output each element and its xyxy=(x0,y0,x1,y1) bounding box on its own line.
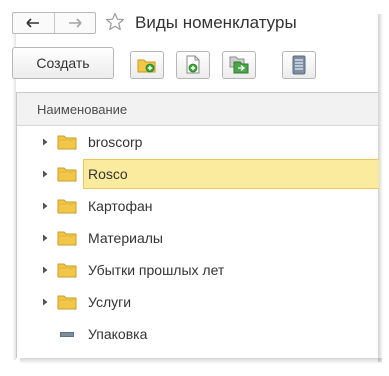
list-item-selected[interactable]: Rosco xyxy=(17,158,379,190)
create-group-icon xyxy=(137,59,156,73)
folder-icon xyxy=(57,167,77,182)
create-button[interactable]: Создать xyxy=(12,47,114,79)
favorite-star-button[interactable] xyxy=(104,11,126,33)
list-item-label: Услуги xyxy=(88,294,132,310)
forward-button[interactable] xyxy=(53,13,96,33)
folder-icon xyxy=(57,263,77,278)
expand-arrow-icon[interactable] xyxy=(41,202,49,210)
list-item-label: Материалы xyxy=(88,230,163,246)
list-item[interactable]: Упаковка xyxy=(17,318,378,350)
expand-arrow-icon[interactable] xyxy=(41,138,49,146)
copy-item-icon xyxy=(186,55,200,74)
arrow-right-icon xyxy=(68,18,82,28)
folder-icon xyxy=(57,295,77,310)
list-item-label: Картофан xyxy=(88,198,153,214)
folder-icon xyxy=(57,231,77,246)
window-shadow-bottom xyxy=(20,358,382,364)
create-group-button[interactable] xyxy=(130,51,164,79)
list-item[interactable]: Картофан xyxy=(17,190,378,222)
list-item-label: Rosco xyxy=(88,166,128,182)
copy-item-button[interactable] xyxy=(176,51,210,79)
nomenclature-kinds-list: Наименование broscorp Rosco Картофан Мат… xyxy=(16,92,379,358)
folder-icon xyxy=(57,199,77,214)
item-element-icon xyxy=(60,332,74,337)
navigation-buttons xyxy=(12,12,96,34)
arrow-left-icon xyxy=(26,18,40,28)
expand-arrow-icon[interactable] xyxy=(41,266,49,274)
list-item[interactable]: Убытки прошлых лет xyxy=(17,254,378,286)
list-item[interactable]: Материалы xyxy=(17,222,378,254)
hierarchy-list-icon xyxy=(292,55,306,75)
list-item-label: Убытки прошлых лет xyxy=(88,262,225,278)
list-item[interactable]: broscorp xyxy=(17,126,378,158)
move-to-group-button[interactable] xyxy=(222,51,256,79)
folder-icon xyxy=(57,135,77,150)
hierarchy-list-button[interactable] xyxy=(282,51,316,79)
column-header-name[interactable]: Наименование xyxy=(17,93,378,126)
star-icon xyxy=(105,12,125,31)
expand-arrow-icon[interactable] xyxy=(41,234,49,242)
list-item-label: Упаковка xyxy=(88,326,148,342)
move-to-group-icon xyxy=(229,56,249,74)
back-button[interactable] xyxy=(13,13,54,33)
list-item[interactable]: Услуги xyxy=(17,286,378,318)
expand-arrow-icon[interactable] xyxy=(41,170,49,178)
list-item-label: broscorp xyxy=(88,134,143,150)
expand-arrow-icon[interactable] xyxy=(41,298,49,306)
page-title: Виды номенклатуры xyxy=(135,13,297,32)
